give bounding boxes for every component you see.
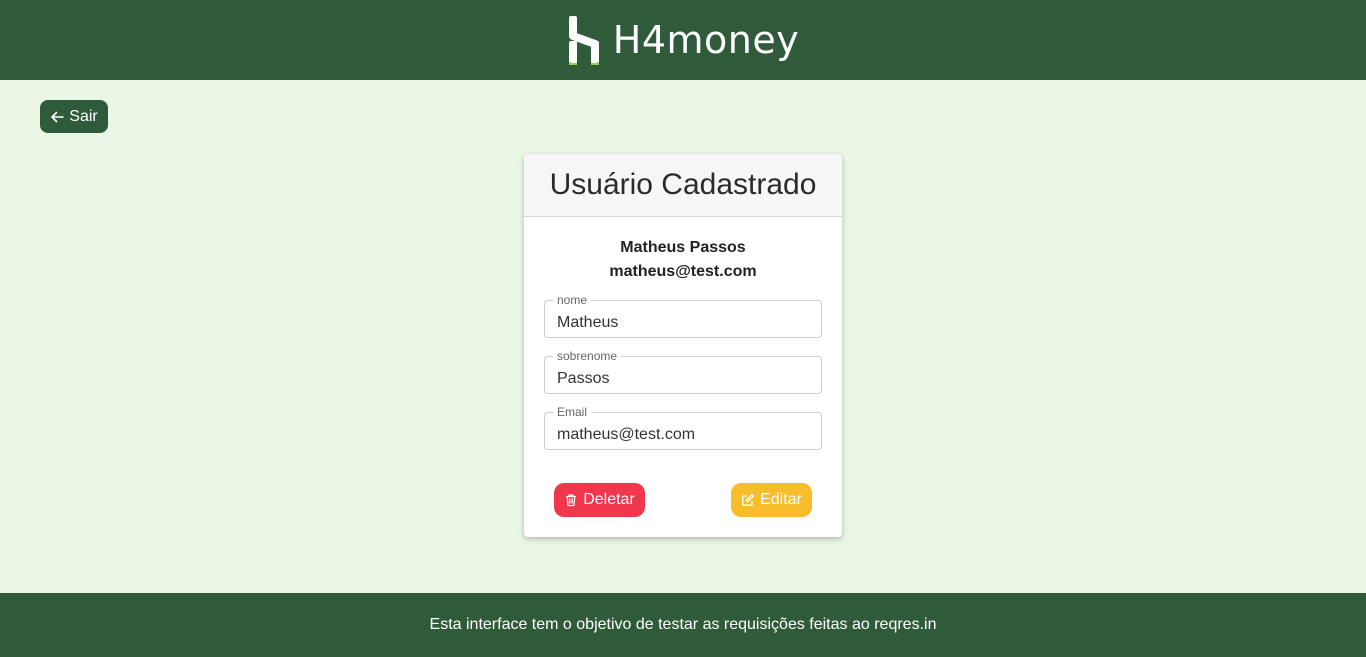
footer-text: Esta interface tem o objetivo de testar … xyxy=(429,616,937,633)
edit-button[interactable]: Editar xyxy=(731,483,812,517)
email-input[interactable] xyxy=(545,413,821,449)
edit-icon xyxy=(742,493,755,506)
email-field: Email xyxy=(544,405,822,450)
top-navbar: H4money xyxy=(0,0,1366,80)
user-email: matheus@test.com xyxy=(609,263,757,280)
delete-button-label: Deletar xyxy=(583,491,635,508)
arrow-left-icon xyxy=(51,111,65,122)
brand-logo[interactable]: H4money xyxy=(567,14,799,66)
back-button-label: Sair xyxy=(69,107,98,125)
first-name-input[interactable] xyxy=(545,301,821,337)
card-title: Usuário Cadastrado xyxy=(549,168,817,201)
last-name-field: sobrenome xyxy=(544,349,822,394)
brand-name: H4money xyxy=(612,18,800,62)
first-name-field: nome xyxy=(544,293,822,338)
last-name-input[interactable] xyxy=(545,357,821,393)
h4money-logo-icon xyxy=(568,16,599,65)
back-button[interactable]: Sair xyxy=(40,100,108,133)
edit-button-label: Editar xyxy=(760,491,802,508)
trash-icon xyxy=(566,494,577,507)
delete-button[interactable]: Deletar xyxy=(554,483,645,517)
footer: Esta interface tem o objetivo de testar … xyxy=(0,593,1366,657)
user-full-name: Matheus Passos xyxy=(620,239,746,256)
card-header: Usuário Cadastrado xyxy=(524,154,842,217)
user-card: Usuário Cadastrado Matheus Passos matheu… xyxy=(524,154,842,537)
